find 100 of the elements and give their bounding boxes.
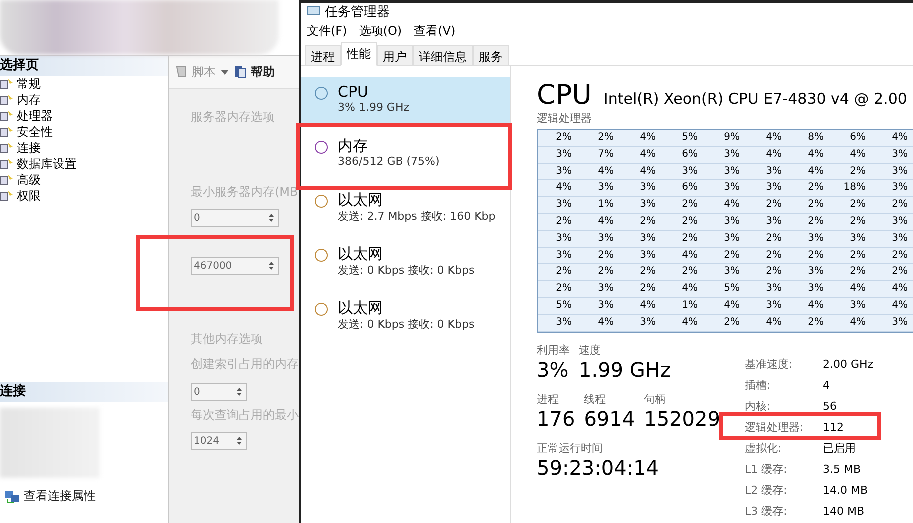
- caret-icon: [221, 70, 229, 74]
- grid-cell: 3%: [538, 314, 580, 332]
- sidebar-item[interactable]: 数据库设置: [0, 156, 168, 172]
- number-spinner[interactable]: 1024: [191, 432, 247, 450]
- resource-item[interactable]: 以太网 发送: 2.7 Mbps 接收: 160 Kbp: [301, 185, 510, 233]
- resource-item[interactable]: CPU 3% 1.99 GHz: [301, 77, 510, 125]
- grid-cell: 7%: [580, 146, 622, 164]
- menu-item[interactable]: 选项(O): [359, 22, 402, 40]
- grid-cell: 4%: [622, 164, 664, 180]
- grid-cell: 4%: [790, 298, 832, 315]
- resource-detail: 发送: 0 Kbps 接收: 0 Kbps: [338, 263, 475, 278]
- grid-cell: 4%: [748, 146, 790, 164]
- grid-cell: 4%: [706, 197, 748, 214]
- grid-cell: 3%: [706, 180, 748, 198]
- resource-detail: 386/512 GB (75%): [338, 155, 440, 168]
- number-spinner[interactable]: 0: [191, 383, 247, 401]
- resource-name: 以太网: [338, 299, 384, 317]
- resource-item[interactable]: 以太网 发送: 0 Kbps 接收: 0 Kbps: [301, 293, 510, 341]
- grid-cell: 2%: [538, 281, 580, 298]
- resource-detail: 发送: 2.7 Mbps 接收: 160 Kbp: [338, 209, 496, 224]
- page-icon: [0, 158, 14, 170]
- grid-cell: 2%: [538, 264, 580, 282]
- spinner-arrows-icon: [236, 435, 243, 447]
- field-label: 最小服务器内存(MB: [191, 184, 299, 201]
- grid-cell: 2%: [748, 197, 790, 214]
- help-button[interactable]: 帮助: [234, 64, 275, 80]
- grid-cell: 3%: [706, 214, 748, 231]
- menu-item[interactable]: 文件(F): [307, 22, 348, 40]
- resource-name: CPU: [338, 83, 370, 101]
- sidebar-item[interactable]: 连接: [0, 140, 168, 156]
- grid-cell: 4%: [664, 248, 706, 264]
- grid-cell: 1%: [664, 298, 706, 315]
- grid-cell: 3%: [874, 164, 913, 180]
- sidebar-item[interactable]: 内存: [0, 92, 168, 108]
- grid-cell: 2%: [874, 197, 913, 214]
- grid-cell: 3%: [790, 230, 832, 248]
- tab[interactable]: 详细信息: [413, 45, 473, 66]
- grid-cell: 3%: [790, 264, 832, 282]
- grid-cell: 2%: [580, 130, 622, 147]
- grid-cell: 4%: [580, 314, 622, 332]
- grid-cell: 2%: [622, 281, 664, 298]
- grid-cell: 5%: [664, 130, 706, 147]
- grid-cell: 8%: [790, 130, 832, 147]
- grid-cell: 2%: [832, 197, 874, 214]
- stat-value: 3%: [537, 358, 570, 382]
- spec-label: L1 缓存:: [745, 462, 788, 477]
- spinner-arrows-icon: [268, 212, 275, 224]
- stat-value: 1.99 GHz: [579, 358, 671, 382]
- grid-cell: 9%: [706, 130, 748, 147]
- sidebar-item[interactable]: 处理器: [0, 108, 168, 124]
- grid-cell: 4%: [874, 130, 913, 147]
- spec-value: 2.00 GHz: [823, 358, 874, 371]
- tab[interactable]: 进程: [305, 45, 341, 66]
- tab[interactable]: 用户: [377, 45, 413, 66]
- spec-label: 插槽:: [745, 378, 772, 393]
- grid-cell: 4%: [664, 281, 706, 298]
- grid-cell: 2%: [622, 264, 664, 282]
- sidebar-item[interactable]: 安全性: [0, 124, 168, 140]
- grid-cell: 3%: [748, 281, 790, 298]
- grid-cell: 3%: [748, 164, 790, 180]
- grid-cell: 5%: [538, 298, 580, 315]
- resource-name: 以太网: [338, 245, 384, 263]
- sidebar-item[interactable]: 权限: [0, 188, 168, 204]
- field-label: 创建索引占用的内存: [191, 356, 299, 373]
- monitor-icon: [307, 6, 321, 18]
- grid-cell: 4%: [748, 130, 790, 147]
- grid-cell: 2%: [706, 248, 748, 264]
- grid-cell: 3%: [622, 197, 664, 214]
- grid-cell: 1%: [580, 197, 622, 214]
- number-spinner[interactable]: 0: [191, 209, 279, 227]
- grid-cell: 6%: [664, 146, 706, 164]
- grid-cell: 6%: [664, 180, 706, 198]
- grid-cell: 2%: [580, 248, 622, 264]
- grid-cell: 4%: [832, 281, 874, 298]
- cpu-model: Intel(R) Xeon(R) CPU E7-4830 v4 @ 2.00: [604, 90, 908, 108]
- tab[interactable]: 性能: [341, 42, 377, 66]
- grid-cell: 2%: [664, 197, 706, 214]
- resource-item[interactable]: 以太网 发送: 0 Kbps 接收: 0 Kbps: [301, 239, 510, 287]
- grid-cell: 3%: [538, 146, 580, 164]
- sidebar-item[interactable]: 常规: [0, 76, 168, 92]
- spec-label: L2 缓存:: [745, 482, 788, 498]
- grid-cell: 3%: [622, 180, 664, 198]
- grid-cell: 3%: [874, 146, 913, 164]
- sidebar-item[interactable]: 高级: [0, 172, 168, 188]
- grid-cell: 2%: [874, 264, 913, 282]
- grid-cell: 2%: [538, 130, 580, 147]
- resource-item[interactable]: 内存 386/512 GB (75%): [301, 131, 510, 179]
- window-title: 任务管理器: [325, 4, 390, 20]
- page-icon: [0, 126, 14, 138]
- grid-cell: 4%: [706, 298, 748, 315]
- grid-cell: 2%: [748, 248, 790, 264]
- grid-cell: 3%: [832, 230, 874, 248]
- grid-cell: 3%: [622, 230, 664, 248]
- number-spinner[interactable]: 467000: [191, 257, 279, 275]
- view-connection-link[interactable]: 查看连接属性: [24, 488, 96, 505]
- grid-cell: 2%: [664, 264, 706, 282]
- tab[interactable]: 服务: [473, 45, 509, 66]
- detail-title: CPU: [537, 80, 592, 111]
- grid-cell: 2%: [832, 248, 874, 264]
- menu-item[interactable]: 查看(V): [414, 22, 456, 40]
